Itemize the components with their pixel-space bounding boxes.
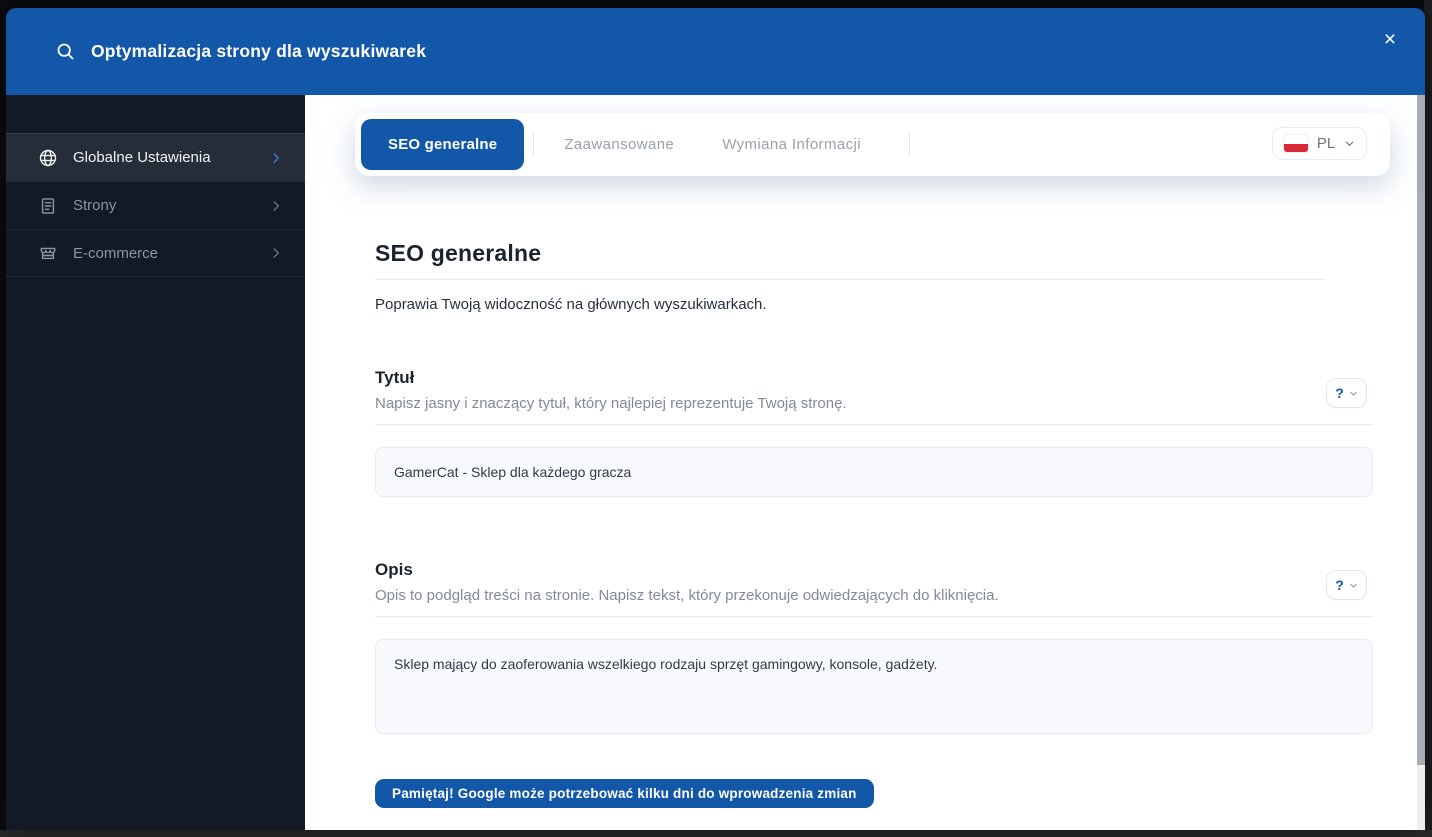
sidebar-item-label: Globalne Ustawienia: [73, 149, 254, 166]
divider: [375, 424, 1373, 425]
language-code: PL: [1317, 135, 1335, 152]
globe-icon: [38, 148, 58, 168]
tab-bar: SEO generalne Zaawansowane Wymiana Infor…: [355, 113, 1390, 176]
description-section: Opis Opis to podgląd treści na stronie. …: [375, 560, 1375, 739]
page-subtitle: Poprawia Twoją widoczność na głównych wy…: [375, 296, 1375, 313]
pages-icon: [38, 196, 58, 216]
chevron-right-icon: [269, 246, 283, 260]
sidebar-item-label: Strony: [73, 197, 254, 214]
google-delay-note-badge: Pamiętaj! Google może potrzebować kilku …: [375, 779, 874, 808]
title-section-label: Tytuł: [375, 368, 1375, 388]
search-icon: [55, 41, 76, 62]
sidebar-item-global-settings[interactable]: Globalne Ustawienia: [6, 133, 305, 181]
sidebar-item-pages[interactable]: Strony: [6, 181, 305, 229]
page-title: SEO generalne: [375, 240, 1375, 267]
storefront-icon: [38, 243, 58, 263]
title-section: Tytuł Napisz jasny i znaczący tytuł, któ…: [375, 368, 1375, 497]
tab-divider: [533, 133, 534, 157]
content-panel: SEO generalne Zaawansowane Wymiana Infor…: [305, 95, 1417, 830]
sidebar-item-ecommerce[interactable]: E-commerce: [6, 229, 305, 277]
close-icon[interactable]: ×: [1374, 24, 1406, 56]
tab-divider: [909, 133, 910, 157]
page-backdrop-bottom: [0, 830, 1432, 837]
poland-flag-icon: [1284, 135, 1308, 152]
chevron-down-icon: [1349, 389, 1358, 398]
title-section-description: Napisz jasny i znaczący tytuł, który naj…: [375, 395, 1375, 412]
seo-settings-modal: Optymalizacja strony dla wyszukiwarek × …: [6, 8, 1425, 830]
title-help-button[interactable]: ?: [1326, 378, 1367, 408]
description-help-button[interactable]: ?: [1326, 570, 1367, 600]
description-section-label: Opis: [375, 560, 1375, 580]
tab-advanced[interactable]: Zaawansowane: [564, 136, 674, 153]
divider: [375, 616, 1373, 617]
question-icon: ?: [1335, 577, 1344, 593]
chevron-down-icon: [1349, 581, 1358, 590]
site-title-input[interactable]: [375, 447, 1373, 497]
tab-seo-general[interactable]: SEO generalne: [361, 119, 524, 170]
chevron-right-icon: [269, 151, 283, 165]
site-description-textarea[interactable]: Sklep mający do zaoferowania wszelkiego …: [375, 639, 1373, 734]
sidebar: Globalne Ustawienia Strony: [6, 95, 305, 830]
language-selector[interactable]: PL: [1272, 127, 1367, 160]
question-icon: ?: [1335, 385, 1344, 401]
modal-scrollbar[interactable]: [1417, 95, 1425, 830]
chevron-down-icon: [1344, 138, 1355, 149]
seo-general-page: SEO generalne Poprawia Twoją widoczność …: [375, 240, 1375, 808]
sidebar-item-label: E-commerce: [73, 245, 254, 262]
tab-information-exchange[interactable]: Wymiana Informacji: [722, 136, 861, 153]
modal-header: Optymalizacja strony dla wyszukiwarek ×: [6, 8, 1425, 95]
divider: [375, 279, 1325, 280]
scrollbar-thumb[interactable]: [1417, 95, 1425, 765]
modal-title: Optymalizacja strony dla wyszukiwarek: [91, 41, 426, 62]
chevron-right-icon: [269, 199, 283, 213]
description-section-description: Opis to podgląd treści na stronie. Napis…: [375, 587, 1375, 604]
page-backdrop-right: [1424, 0, 1432, 830]
